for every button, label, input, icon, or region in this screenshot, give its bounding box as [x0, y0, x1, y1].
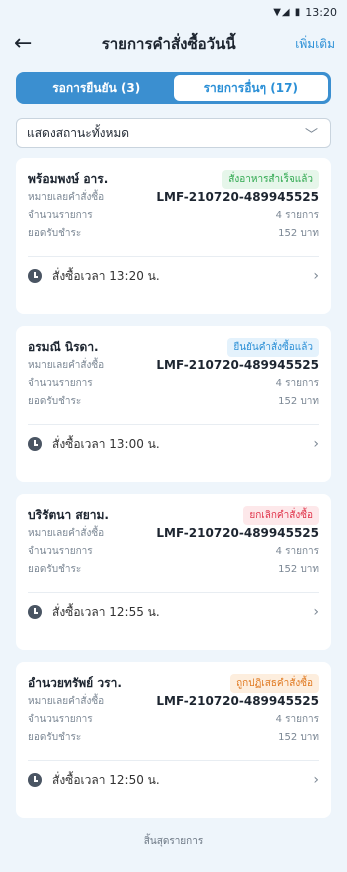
- tab-bar: รอการยืนยัน (3) รายการอื่นๆ (17): [16, 72, 331, 104]
- header: ← รายการคำสั่งซื้อวันนี้ เพิ่มเติม: [0, 24, 347, 64]
- order-number: LMF-210720-489945525: [156, 190, 319, 204]
- status-time: 13:20: [305, 5, 337, 19]
- order-no-label: หมายเลยคำสั่งซื้อ: [28, 527, 105, 539]
- customer-name: อรมณี นิรดา.: [28, 339, 99, 354]
- order-card[interactable]: อำนวยทรัพย์ วรา. ถูกปฏิเสธคำสั่งซื้อ หมา…: [16, 662, 331, 818]
- signal-battery-icons: ▼◢ ▮: [273, 6, 302, 18]
- filter-label: แสดงสถานะทั้งหมด: [27, 125, 130, 140]
- payment-label: ยอดรับชำระ: [28, 395, 82, 407]
- items-label: จำนวนรายการ: [28, 377, 93, 389]
- order-no-label: หมายเลยคำสั่งซื้อ: [28, 695, 105, 707]
- order-time: สั่งซื้อเวลา 13:00 น.: [52, 436, 160, 451]
- order-no-label: หมายเลยคำสั่งซื้อ: [28, 191, 105, 203]
- items-label: จำนวนรายการ: [28, 545, 93, 557]
- more-button[interactable]: เพิ่มเติม: [295, 35, 335, 54]
- status-badge: สั่งอาหารสำเร็จแล้ว: [222, 169, 319, 189]
- status-badge: ถูกปฏิเสธคำสั่งซื้อ: [230, 673, 319, 693]
- items-count: 4 รายการ: [275, 545, 319, 557]
- customer-name: บริรัตนา สยาม.: [28, 507, 109, 522]
- items-count: 4 รายการ: [275, 377, 319, 389]
- chevron-right-icon[interactable]: ›: [313, 604, 319, 620]
- payment-label: ยอดรับชำระ: [28, 731, 82, 743]
- payment-amount: 152 บาท: [278, 227, 319, 239]
- status-badge: ยืนยันคำสั่งซื้อแล้ว: [227, 337, 319, 357]
- clock-icon: [28, 773, 42, 787]
- order-list: พร้อมพงษ์ อาร. สั่งอาหารสำเร็จแล้ว หมายเ…: [16, 158, 331, 849]
- order-number: LMF-210720-489945525: [156, 694, 319, 708]
- tab-pending[interactable]: รอการยืนยัน (3): [19, 75, 174, 101]
- order-card[interactable]: พร้อมพงษ์ อาร. สั่งอาหารสำเร็จแล้ว หมายเ…: [16, 158, 331, 314]
- clock-icon: [28, 437, 42, 451]
- chevron-right-icon[interactable]: ›: [313, 268, 319, 284]
- order-card[interactable]: บริรัตนา สยาม. ยกเลิกคำสั่งซื้อ หมายเลยค…: [16, 494, 331, 650]
- chevron-right-icon[interactable]: ›: [313, 436, 319, 452]
- order-card[interactable]: อรมณี นิรดา. ยืนยันคำสั่งซื้อแล้ว หมายเล…: [16, 326, 331, 482]
- payment-amount: 152 บาท: [278, 731, 319, 743]
- status-badge: ยกเลิกคำสั่งซื้อ: [243, 505, 319, 525]
- chevron-down-icon: ﹀: [304, 127, 318, 143]
- clock-icon: [28, 605, 42, 619]
- clock-icon: [28, 269, 42, 283]
- chevron-right-icon[interactable]: ›: [313, 772, 319, 788]
- page-title: รายการคำสั่งซื้อวันนี้: [101, 35, 236, 53]
- end-of-list-text: สิ้นสุดรายการ: [143, 836, 204, 847]
- items-count: 4 รายการ: [275, 713, 319, 725]
- order-number: LMF-210720-489945525: [156, 526, 319, 540]
- customer-name: อำนวยทรัพย์ วรา.: [28, 675, 122, 690]
- items-label: จำนวนรายการ: [28, 209, 93, 221]
- order-number: LMF-210720-489945525: [156, 358, 319, 372]
- customer-name: พร้อมพงษ์ อาร.: [28, 171, 109, 186]
- tab-others[interactable]: รายการอื่นๆ (17): [173, 75, 328, 101]
- order-no-label: หมายเลยคำสั่งซื้อ: [28, 359, 105, 371]
- payment-amount: 152 บาท: [278, 395, 319, 407]
- items-label: จำนวนรายการ: [28, 713, 93, 725]
- payment-label: ยอดรับชำระ: [28, 563, 82, 575]
- items-count: 4 รายการ: [275, 209, 319, 221]
- status-bar: ▼◢ ▮ 13:20: [0, 0, 347, 24]
- order-time: สั่งซื้อเวลา 12:50 น.: [52, 772, 160, 787]
- order-time: สั่งซื้อเวลา 12:55 น.: [52, 604, 160, 619]
- payment-amount: 152 บาท: [278, 563, 319, 575]
- status-filter-dropdown[interactable]: แสดงสถานะทั้งหมด ﹀: [16, 118, 331, 148]
- order-time: สั่งซื้อเวลา 13:20 น.: [52, 268, 160, 283]
- back-arrow-icon[interactable]: ←: [14, 33, 42, 55]
- payment-label: ยอดรับชำระ: [28, 227, 82, 239]
